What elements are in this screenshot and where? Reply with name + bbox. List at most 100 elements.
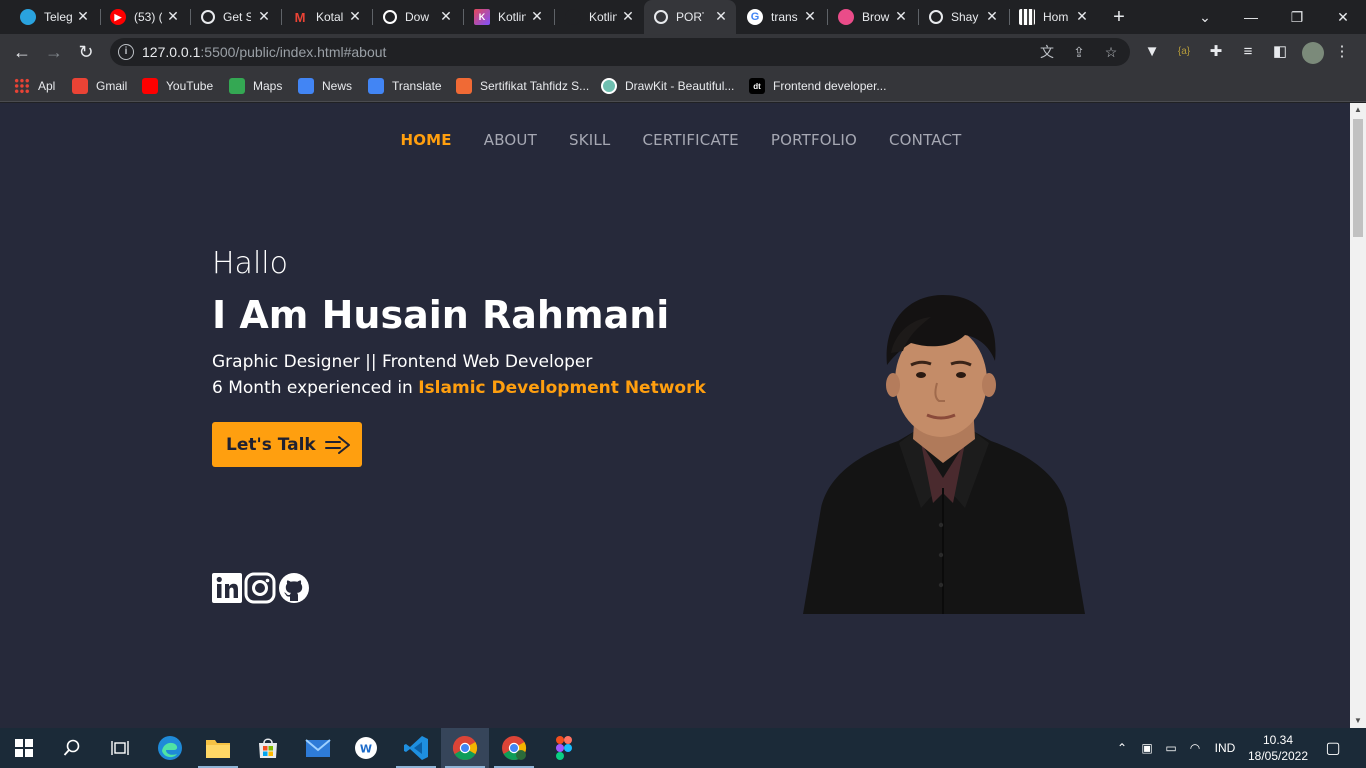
nav-link-home[interactable]: HOME <box>400 131 451 149</box>
hero-name: I Am Husain Rahmani <box>212 293 670 337</box>
bookmark-item[interactable]: Sertifikat Tahfidz S... <box>456 77 589 95</box>
bookmark-item[interactable]: News <box>298 77 352 95</box>
site-nav: HOME ABOUT SKILL CERTIFICATE PORTFOLIO CONTAC… <box>0 131 1350 149</box>
system-clock[interactable]: 10.34 18/05/2022 <box>1246 732 1310 764</box>
taskbar-chrome[interactable] <box>441 728 489 768</box>
bookmark-item[interactable]: Gmail <box>72 77 127 95</box>
browser-tab[interactable]: ▶ (53) (✕ <box>100 0 188 34</box>
taskbar-vscode[interactable] <box>392 728 440 768</box>
address-bar[interactable]: i 127.0.0.1:5500/public/index.html#about… <box>110 38 1130 66</box>
page-scrollbar[interactable]: ▲ ▼ <box>1350 103 1366 728</box>
bookmark-item[interactable]: Apl <box>14 77 55 95</box>
close-tab-icon[interactable]: ✕ <box>985 9 999 23</box>
youtube-icon: ▶ <box>110 9 126 25</box>
close-tab-icon[interactable]: ✕ <box>803 9 817 23</box>
close-window-icon[interactable]: ✕ <box>1320 0 1366 34</box>
share-icon[interactable]: ⇪ <box>1070 43 1088 61</box>
start-button[interactable] <box>0 728 48 768</box>
language-indicator[interactable]: IND <box>1208 728 1242 768</box>
task-view-button[interactable] <box>96 728 144 768</box>
browser-tab[interactable]: Kotlin ✕ <box>555 0 643 34</box>
tab-search-icon[interactable]: ⌄ <box>1182 0 1228 34</box>
taskbar-edge[interactable] <box>146 728 194 768</box>
browser-tab[interactable]: Shay ✕ <box>919 0 1007 34</box>
qr-icon <box>1019 9 1035 25</box>
minimize-icon[interactable]: — <box>1228 0 1274 34</box>
scroll-down-icon[interactable]: ▼ <box>1350 714 1366 728</box>
new-tab-button[interactable]: + <box>1108 6 1130 28</box>
taskbar-mail[interactable] <box>294 728 342 768</box>
browser-tab[interactable]: K Kotlin ✕ <box>464 0 552 34</box>
close-tab-icon[interactable]: ✕ <box>76 9 90 23</box>
browser-tab[interactable]: Get S ✕ <box>191 0 279 34</box>
browser-tab[interactable]: Dow ✕ <box>373 0 461 34</box>
gmail-icon: M <box>294 9 306 25</box>
store-icon <box>259 738 277 758</box>
forward-icon[interactable]: → <box>41 39 67 65</box>
github-icon[interactable] <box>278 572 310 604</box>
bookmark-item[interactable]: dt Frontend developer... <box>749 77 886 95</box>
taskbar-file-explorer[interactable] <box>194 728 242 768</box>
tray-overflow-icon[interactable]: ⌃ <box>1112 728 1132 768</box>
close-tab-icon[interactable]: ✕ <box>257 9 271 23</box>
extensions-puzzle-icon[interactable]: ✚ <box>1206 42 1226 62</box>
bookmark-item[interactable]: YouTube <box>142 77 213 95</box>
notifications-icon[interactable]: ▢ <box>1318 728 1348 768</box>
lets-talk-button[interactable]: Let's Talk <box>212 422 362 467</box>
taskbar-chrome-profile[interactable] <box>490 728 538 768</box>
json-extension-icon[interactable]: {a} <box>1174 42 1194 62</box>
browser-tab[interactable]: Teleg ✕ <box>10 0 98 34</box>
site-info-icon[interactable]: i <box>118 44 134 60</box>
browser-tab[interactable]: PORT ✕ <box>644 0 736 34</box>
nav-link-about[interactable]: ABOUT <box>484 131 537 149</box>
browser-tab[interactable]: Hom ✕ <box>1009 0 1097 34</box>
tray-device-icon[interactable]: ▣ <box>1136 728 1158 768</box>
scrollbar-thumb[interactable] <box>1353 119 1363 237</box>
vscode-icon <box>404 736 428 760</box>
profile-avatar[interactable] <box>1302 42 1324 64</box>
side-panel-icon[interactable]: ◧ <box>1270 42 1290 62</box>
close-tab-icon[interactable]: ✕ <box>894 9 908 23</box>
bookmark-label: Maps <box>253 79 283 93</box>
linkedin-icon[interactable] <box>211 572 243 604</box>
nav-link-contact[interactable]: CONTACT <box>889 131 962 149</box>
nav-link-certificate[interactable]: CERTIFICATE <box>642 131 738 149</box>
close-tab-icon[interactable]: ✕ <box>166 9 180 23</box>
close-tab-icon[interactable]: ✕ <box>621 9 635 23</box>
close-tab-icon[interactable]: ✕ <box>1075 9 1089 23</box>
back-icon[interactable]: ← <box>9 39 35 65</box>
browser-tab[interactable]: Brow ✕ <box>828 0 916 34</box>
close-tab-icon[interactable]: ✕ <box>530 9 544 23</box>
bookmark-star-icon[interactable]: ☆ <box>1102 43 1120 61</box>
nav-link-skill[interactable]: SKILL <box>569 131 611 149</box>
restore-icon[interactable]: ❐ <box>1274 0 1320 34</box>
battery-icon[interactable]: ▭ <box>1160 728 1182 768</box>
taskbar-webstorm[interactable]: W <box>342 728 390 768</box>
tab-title: Hom <box>1043 10 1069 24</box>
browser-tab[interactable]: M Kotal ✕ <box>282 0 370 34</box>
close-tab-icon[interactable]: ✕ <box>439 9 453 23</box>
translate-page-icon[interactable]: 文 <box>1038 43 1056 61</box>
nav-link-portfolio[interactable]: PORTFOLIO <box>771 131 857 149</box>
media-queue-icon[interactable]: ≡ <box>1238 42 1258 62</box>
instagram-icon[interactable] <box>244 572 276 604</box>
url-host: 127.0.0.1 <box>142 44 201 60</box>
bookmark-item[interactable]: Maps <box>229 77 282 95</box>
url-text[interactable]: 127.0.0.1:5500/public/index.html#about <box>142 44 386 60</box>
browser-tab[interactable]: Gtrans ✕ <box>737 0 825 34</box>
taskbar-store[interactable] <box>244 728 292 768</box>
close-tab-icon[interactable]: ✕ <box>714 9 728 23</box>
reload-icon[interactable]: ↻ <box>73 39 99 65</box>
vue-devtools-icon[interactable]: ▼ <box>1142 42 1162 62</box>
search-button[interactable] <box>48 728 96 768</box>
bookmark-item[interactable]: DrawKit - Beautiful... <box>601 77 734 95</box>
windows-taskbar: W ⌃ ▣ ▭ ◠ IND 10.34 18/05/2022 ▢ <box>0 728 1366 768</box>
browser-menu-icon[interactable]: ⋮ <box>1332 42 1352 62</box>
taskbar-figma[interactable] <box>540 728 588 768</box>
close-tab-icon[interactable]: ✕ <box>348 9 362 23</box>
wifi-icon[interactable]: ◠ <box>1184 728 1206 768</box>
globe-icon <box>201 10 215 24</box>
download-site-icon <box>383 10 397 24</box>
scroll-up-icon[interactable]: ▲ <box>1350 103 1366 117</box>
bookmark-item[interactable]: Translate <box>368 77 442 95</box>
